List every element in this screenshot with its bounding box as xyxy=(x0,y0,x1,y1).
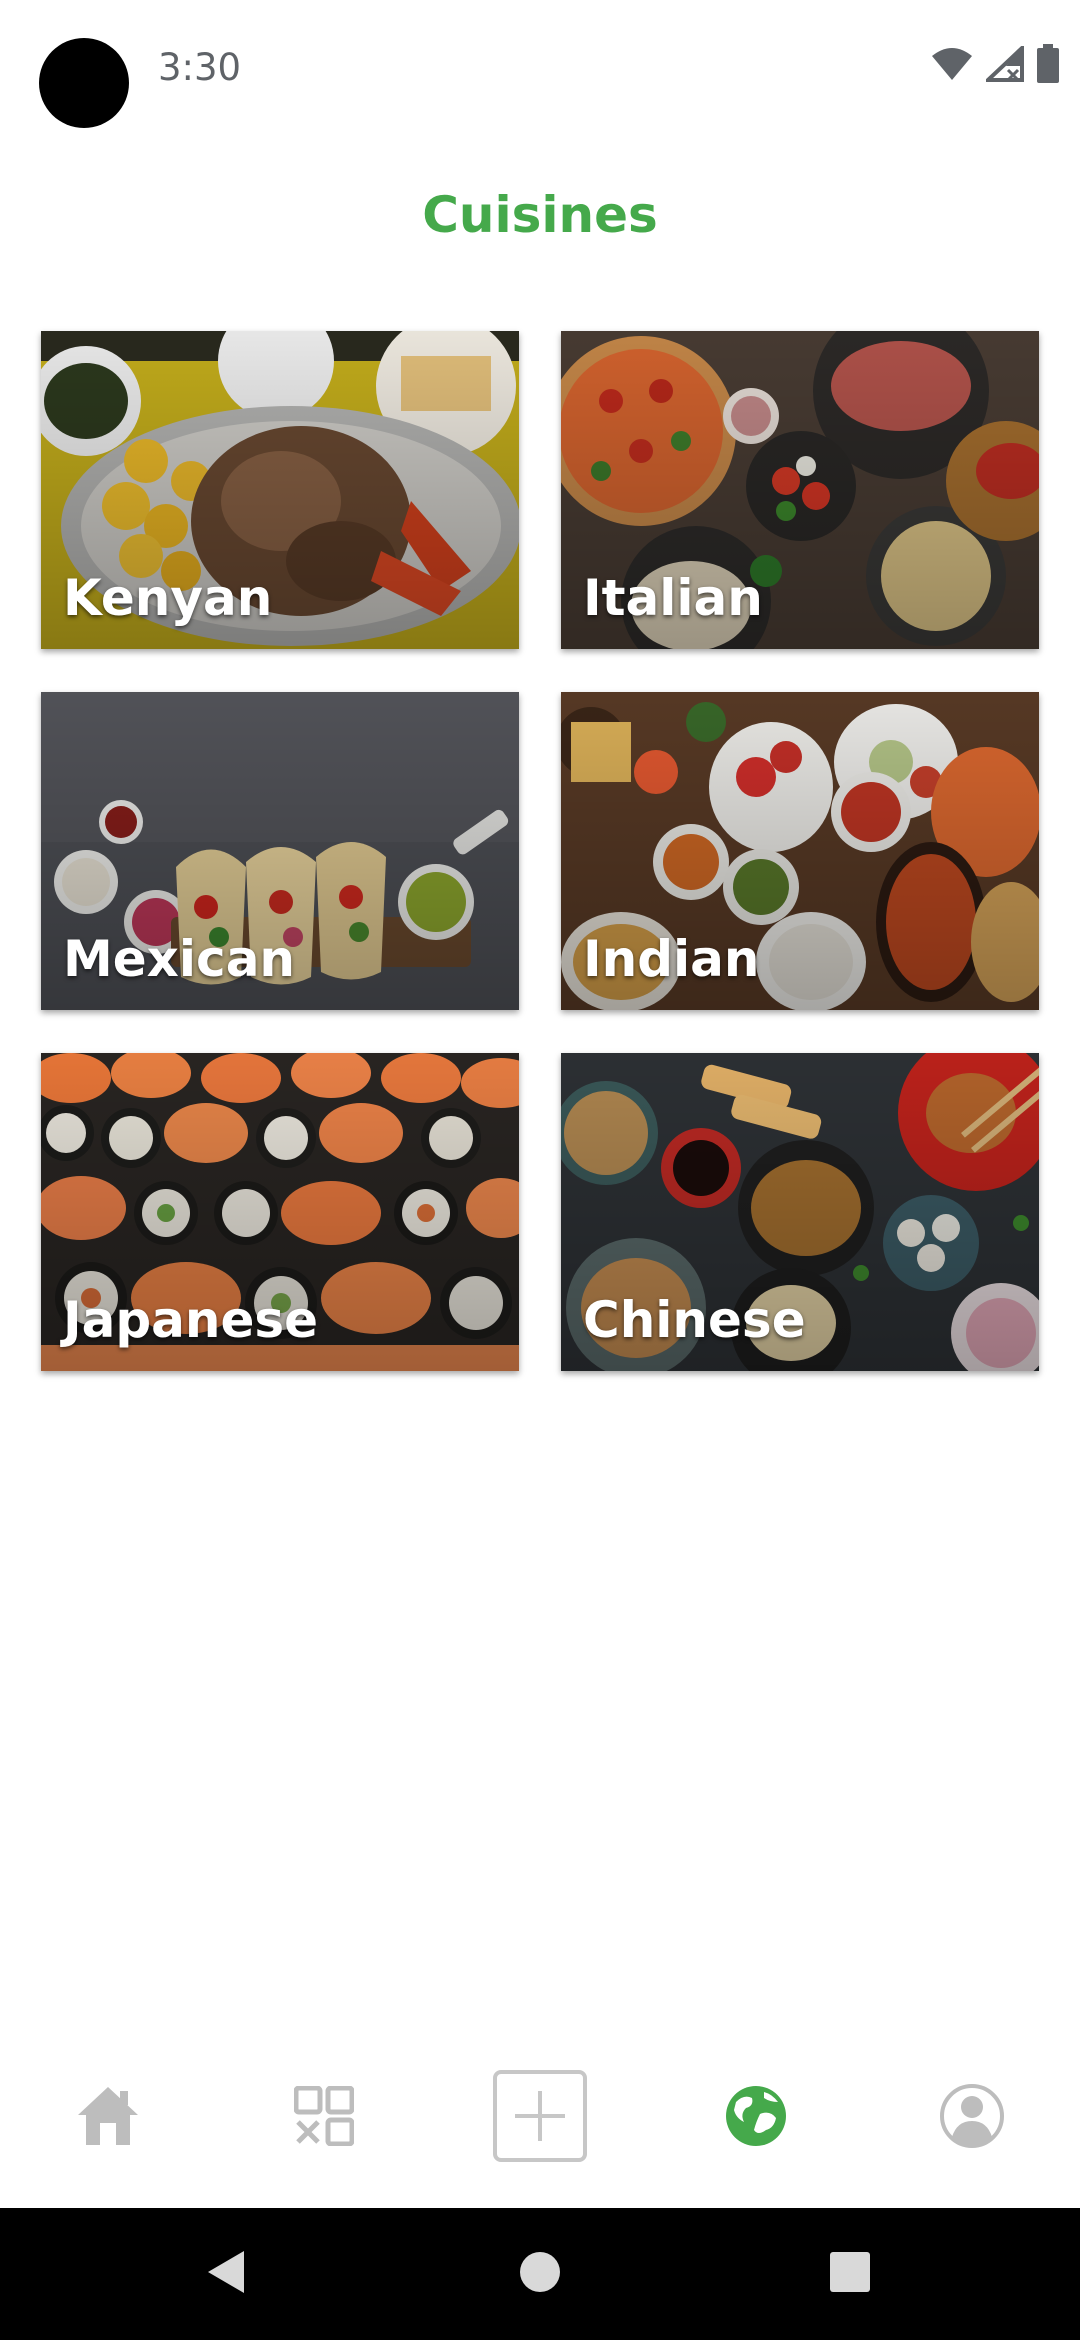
wifi-icon xyxy=(930,46,974,82)
system-back-button[interactable] xyxy=(166,2208,286,2340)
cuisine-label: Indian xyxy=(583,930,760,988)
status-icons xyxy=(930,44,1060,84)
recents-icon xyxy=(829,2251,871,2298)
add-icon xyxy=(492,2069,588,2168)
cuisine-card-chinese[interactable]: Chinese xyxy=(561,1053,1039,1371)
cuisine-label: Chinese xyxy=(583,1291,806,1349)
status-bar: 3:30 xyxy=(0,0,1080,140)
page-title: Cuisines xyxy=(422,186,658,244)
cuisine-label: Japanese xyxy=(63,1291,319,1349)
cuisine-label: Kenyan xyxy=(63,569,273,627)
cuisine-card-indian[interactable]: Indian xyxy=(561,692,1039,1010)
signal-off-icon xyxy=(986,46,1024,82)
cuisine-card-italian[interactable]: Italian xyxy=(561,331,1039,649)
nav-cuisines[interactable] xyxy=(696,2058,816,2178)
profile-icon xyxy=(939,2083,1005,2154)
cuisine-label: Mexican xyxy=(63,930,296,988)
system-recents-button[interactable] xyxy=(790,2208,910,2340)
camera-cutout xyxy=(39,38,129,128)
status-time: 3:30 xyxy=(158,46,242,89)
cuisines-screen: 3:30 Cuisines Kenyan Italian Mexican Ind… xyxy=(0,0,1080,2340)
battery-icon xyxy=(1036,44,1060,84)
nav-home[interactable] xyxy=(48,2058,168,2178)
system-home-button[interactable] xyxy=(480,2208,600,2340)
cuisine-card-mexican[interactable]: Mexican xyxy=(41,692,519,1010)
system-navigation-bar xyxy=(0,2208,1080,2340)
globe-icon xyxy=(724,2084,788,2153)
categories-grid-icon xyxy=(293,2085,355,2151)
nav-categories[interactable] xyxy=(264,2058,384,2178)
cuisine-card-kenyan[interactable]: Kenyan xyxy=(41,331,519,649)
bottom-navigation xyxy=(0,2040,1080,2210)
cuisine-label: Italian xyxy=(583,569,763,627)
nav-add[interactable] xyxy=(480,2058,600,2178)
cuisine-card-japanese[interactable]: Japanese xyxy=(41,1053,519,1371)
home-icon xyxy=(76,2085,140,2152)
back-icon xyxy=(204,2249,248,2300)
nav-profile[interactable] xyxy=(912,2058,1032,2178)
home-circle-icon xyxy=(518,2250,562,2299)
